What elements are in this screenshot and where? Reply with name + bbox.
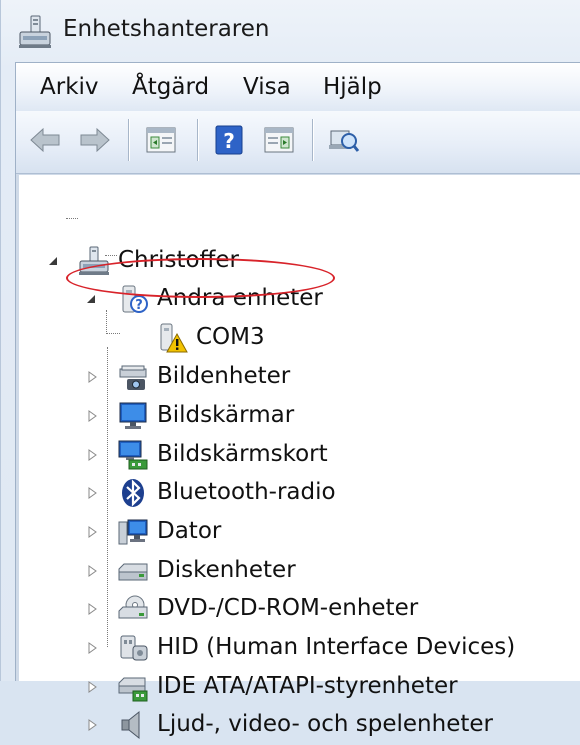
tree-label-category: IDE ATA/ATAPI-styrenheter [157,673,458,699]
disk-drive-icon [118,563,148,581]
tree-label-category: DVD-/CD-ROM-enheter [157,595,419,621]
expand-arrow-icon[interactable] [85,370,99,384]
tree-node-category[interactable]: Bildskärmskort [19,437,580,475]
collapse-arrow-icon[interactable] [46,254,60,268]
tree-node-com3[interactable]: COM3 [19,320,580,358]
menu-bar: Arkiv Åtgärd Visa Hjälp [16,63,580,112]
svg-text:?: ? [135,298,143,313]
menu-hjalp[interactable]: Hjälp [323,74,382,100]
tree-node-category[interactable]: Bluetooth-radio [19,475,580,513]
expand-arrow-icon[interactable] [85,641,99,655]
tree-label-category: Bildenheter [157,363,291,389]
expand-arrow-icon[interactable] [85,448,99,462]
expand-arrow-icon[interactable] [85,409,99,423]
warning-device-icon [160,323,188,353]
tree-label-category: HID (Human Interface Devices) [157,634,516,660]
svg-text:?: ? [223,129,235,153]
tree-node-category[interactable]: Bildenheter [19,359,580,397]
device-manager-window: Enhetshanteraren Arkiv Åtgärd Visa Hjälp [0,0,580,740]
client-area: Arkiv Åtgärd Visa Hjälp ? Christoffer ? … [15,62,580,740]
tree-node-category[interactable]: Ljud-, video- och spelenheter [19,707,580,745]
tree-label-category: Ljud-, video- och spelenheter [157,711,493,737]
ide-controller-icon [118,677,148,702]
highlight-ellipse-annotation [66,258,335,298]
tree-node-category[interactable]: Bildskärmar [19,398,580,436]
tree-node-category[interactable]: DVD-/CD-ROM-enheter [19,591,580,629]
tree-node-category[interactable]: IDE ATA/ATAPI-styrenheter [19,669,580,707]
show-hide-action-pane-icon[interactable] [262,123,296,157]
menu-atgard[interactable]: Åtgärd [132,74,209,100]
computer-icon [118,519,148,545]
tree-label-category: Bluetooth-radio [157,479,336,505]
display-adapter-icon [118,440,148,470]
forward-arrow-icon[interactable] [78,123,112,157]
collapse-arrow-icon[interactable] [84,292,98,306]
monitor-icon [119,402,147,429]
toolbar-separator [312,119,313,161]
hid-device-icon [120,635,148,661]
tree-label-com3: COM3 [196,324,265,350]
menu-visa[interactable]: Visa [243,74,291,100]
imaging-device-icon [119,365,147,390]
toolbar-separator [197,119,198,161]
toolbar: ? [16,111,580,174]
window-title: Enhetshanteraren [63,16,270,42]
device-manager-icon [19,15,51,48]
scan-hardware-changes-icon[interactable] [327,123,361,157]
toolbar-separator [128,119,129,161]
title-bar[interactable]: Enhetshanteraren [1,0,580,62]
expand-arrow-icon[interactable] [85,564,99,578]
tree-label-category: Bildskärmar [157,402,295,428]
device-tree[interactable]: Christoffer ? Andra enheter COM3 Bildenh… [16,174,580,740]
tree-node-category[interactable]: HID (Human Interface Devices) [19,630,580,668]
menu-arkiv[interactable]: Arkiv [40,74,99,100]
bluetooth-icon [122,479,144,507]
expand-arrow-icon[interactable] [85,680,99,694]
tree-label-category: Dator [157,518,222,544]
back-arrow-icon[interactable] [28,123,62,157]
dvd-drive-icon [118,595,148,619]
expand-arrow-icon[interactable] [85,718,99,732]
tree-node-category[interactable]: Diskenheter [19,553,580,591]
expand-arrow-icon[interactable] [85,602,99,616]
tree-label-category: Diskenheter [157,557,296,583]
tree-label-category: Bildskärmskort [157,441,328,467]
expand-arrow-icon[interactable] [85,486,99,500]
help-icon[interactable]: ? [212,123,246,157]
speaker-icon [121,710,140,740]
show-hide-console-tree-icon[interactable] [144,123,178,157]
expand-arrow-icon[interactable] [85,525,99,539]
tree-node-category[interactable]: Dator [19,514,580,552]
